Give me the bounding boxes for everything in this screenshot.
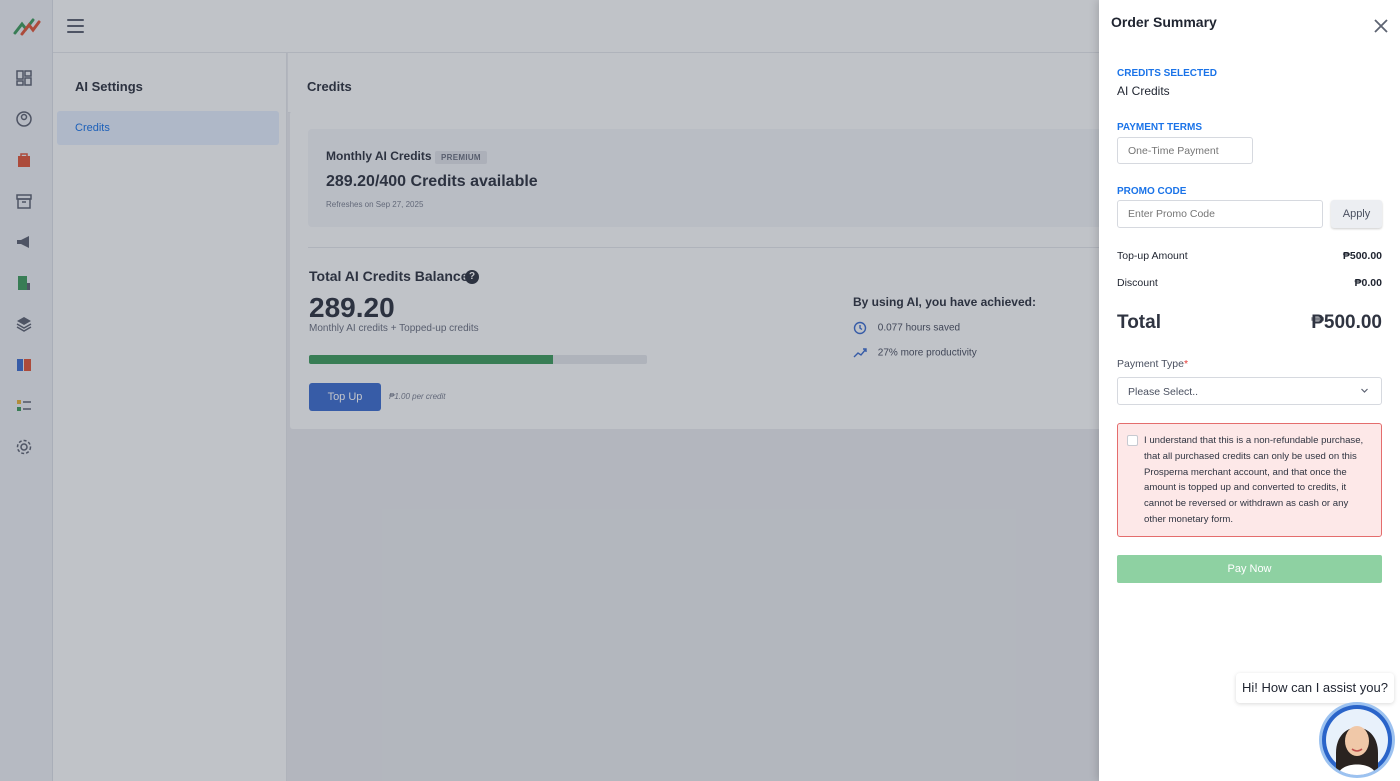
topup-amount-value: ₱500.00	[1342, 250, 1382, 262]
chevron-down-icon	[1361, 388, 1368, 393]
required-marker: *	[1183, 358, 1189, 370]
credits-selected-value: AI Credits	[1117, 84, 1170, 98]
topup-amount-label: Top-up Amount	[1117, 250, 1188, 262]
total-label: Total	[1117, 312, 1161, 333]
close-icon[interactable]	[1373, 18, 1389, 34]
assistant-bubble[interactable]: Hi! How can I assist you?	[1236, 673, 1394, 703]
assistant-portrait-icon	[1326, 709, 1388, 775]
terms-checkbox[interactable]	[1127, 435, 1138, 446]
promo-code-input[interactable]	[1117, 200, 1323, 228]
total-value: ₱500.00	[1311, 312, 1382, 333]
payment-type-value: Please Select..	[1128, 386, 1199, 398]
apply-button[interactable]: Apply	[1331, 200, 1382, 228]
pay-now-button[interactable]: Pay Now	[1117, 555, 1382, 583]
payment-type-select[interactable]: Please Select..	[1117, 377, 1382, 405]
assistant-avatar[interactable]	[1322, 705, 1392, 775]
discount-label: Discount	[1117, 277, 1158, 289]
terms-text: I understand that this is a non-refundab…	[1144, 435, 1364, 525]
order-summary-drawer: Order Summary CREDITS SELECTED AI Credit…	[1099, 0, 1400, 781]
terms-acknowledgement-box: I understand that this is a non-refundab…	[1117, 423, 1382, 537]
payment-terms-label: PAYMENT TERMS	[1117, 122, 1203, 133]
payment-type-label: Payment Type*	[1117, 358, 1188, 370]
discount-value: ₱0.00	[1354, 277, 1382, 289]
credits-selected-label: CREDITS SELECTED	[1117, 68, 1218, 79]
promo-code-label: PROMO CODE	[1117, 186, 1187, 197]
drawer-title: Order Summary	[1111, 14, 1217, 30]
modal-overlay[interactable]	[0, 0, 1099, 781]
payment-type-label-text: Payment Type	[1117, 358, 1184, 370]
payment-terms-field[interactable]	[1117, 137, 1253, 164]
